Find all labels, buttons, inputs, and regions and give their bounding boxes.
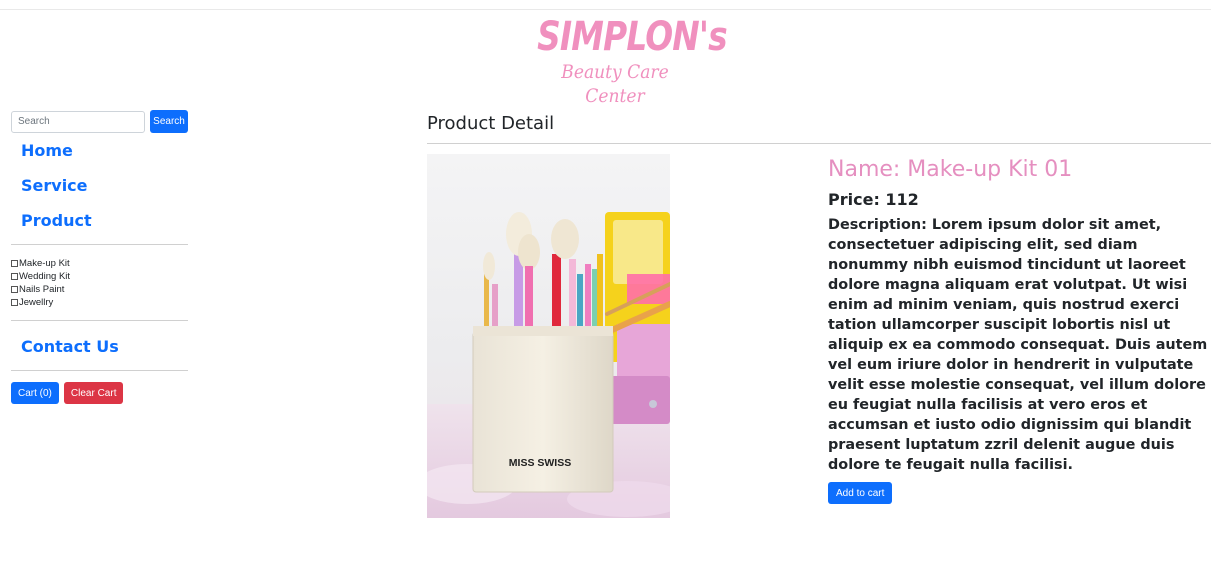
- nav-contact-link[interactable]: Contact Us: [11, 337, 188, 357]
- add-to-cart-button[interactable]: Add to cart: [828, 482, 893, 504]
- product-details: Name: Make-up Kit 01 Price: 112 Descript…: [828, 155, 1211, 504]
- product-image-brand: MISS SWISS: [509, 457, 571, 469]
- brand-subtitle: Beauty Care Center: [561, 61, 669, 107]
- cart-button[interactable]: Cart (0): [11, 382, 59, 404]
- brand-logo[interactable]: SIMPLON's Beauty Care Center: [520, 14, 728, 107]
- checkbox[interactable]: [11, 273, 18, 280]
- filter-label: Nails Paint: [19, 284, 65, 295]
- filter-nails-paint[interactable]: Nails Paint: [11, 283, 188, 296]
- checkbox[interactable]: [11, 260, 18, 267]
- filter-wedding-kit[interactable]: Wedding Kit: [11, 270, 188, 283]
- filter-label: Wedding Kit: [19, 271, 71, 282]
- product-name: Name: Make-up Kit 01: [828, 157, 1073, 182]
- filter-makeup-kit[interactable]: Make-up Kit: [11, 257, 188, 270]
- clear-cart-button[interactable]: Clear Cart: [63, 382, 124, 404]
- sidebar-divider: [11, 320, 188, 321]
- search-input[interactable]: [11, 110, 145, 133]
- checkbox[interactable]: [11, 299, 18, 306]
- product-image: MISS SWISS: [427, 154, 670, 518]
- checkbox[interactable]: [11, 286, 18, 293]
- filter-label: Jewellry: [19, 297, 54, 308]
- nav-product-link[interactable]: Product: [11, 211, 188, 231]
- nav-home-link[interactable]: Home: [11, 141, 188, 161]
- page-title: Product Detail: [427, 113, 555, 134]
- sidebar-divider: [11, 370, 188, 371]
- product-price: Price: 112: [828, 190, 919, 209]
- cart-actions: Cart (0) Clear Cart: [11, 382, 188, 404]
- brand-title: SIMPLON's: [537, 14, 728, 60]
- top-divider: [0, 9, 1211, 10]
- title-divider: [427, 143, 1211, 144]
- product-description: Description: Lorem ipsum dolor sit amet,…: [828, 217, 1208, 473]
- sidebar: Search Home Service Product Make-up Kit …: [11, 110, 188, 404]
- nav-service-link[interactable]: Service: [11, 176, 188, 196]
- search-form: Search: [11, 110, 188, 133]
- category-filters: Make-up Kit Wedding Kit Nails Paint Jewe…: [11, 257, 188, 309]
- filter-label: Make-up Kit: [19, 258, 70, 269]
- search-button[interactable]: Search: [150, 110, 188, 133]
- sidebar-divider: [11, 244, 188, 245]
- filter-jewellry[interactable]: Jewellry: [11, 296, 188, 309]
